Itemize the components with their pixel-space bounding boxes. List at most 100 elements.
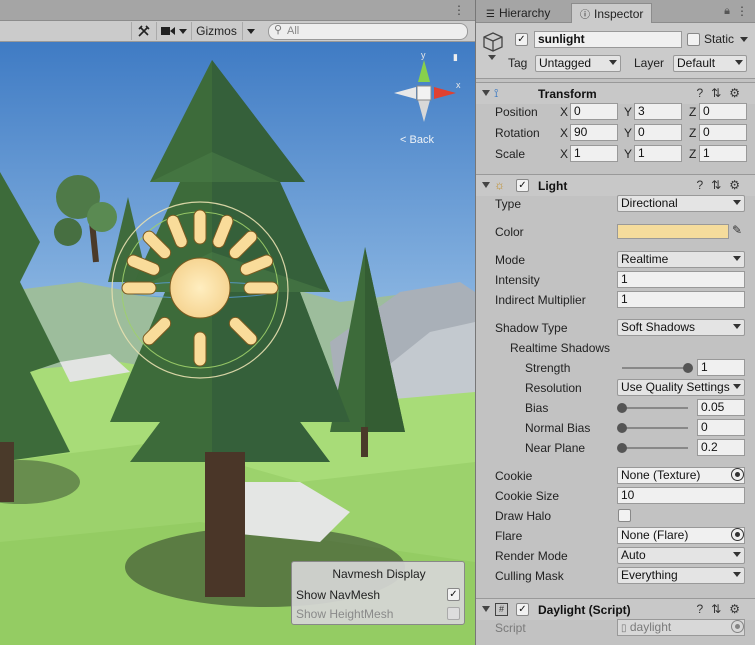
intensity-field[interactable]: 1 bbox=[617, 271, 745, 288]
script-object-field: ▯ daylight bbox=[617, 619, 745, 636]
rotation-y-field[interactable]: 0 bbox=[634, 124, 682, 141]
tab-inspector-label: Inspector bbox=[594, 7, 644, 21]
normal-bias-label: Normal Bias bbox=[525, 421, 591, 435]
object-picker-icon[interactable] bbox=[731, 528, 744, 541]
scale-z-field[interactable]: 1 bbox=[699, 145, 747, 162]
near-plane-field[interactable]: 0.2 bbox=[697, 439, 745, 456]
daylight-enabled-checkbox[interactable]: ✓ bbox=[516, 603, 529, 616]
foldout-icon[interactable] bbox=[482, 90, 490, 96]
foldout-icon[interactable] bbox=[482, 606, 490, 612]
chevron-down-icon bbox=[246, 28, 255, 34]
z-axis-label: Z bbox=[689, 105, 697, 119]
position-z-field[interactable]: 0 bbox=[699, 103, 747, 120]
show-navmesh-row[interactable]: Show NavMesh ✓ bbox=[296, 586, 462, 604]
component-header-icons[interactable]: ?⇅⚙ bbox=[697, 178, 749, 192]
gizmos-label: Gizmos bbox=[196, 24, 237, 38]
x-axis-label: X bbox=[560, 147, 569, 161]
gizmos-button[interactable]: Gizmos bbox=[191, 22, 241, 40]
layer-dropdown[interactable]: Default bbox=[673, 55, 747, 72]
scale-y-value: 1 bbox=[638, 146, 645, 160]
layer-label: Layer bbox=[634, 56, 665, 70]
show-navmesh-checkbox[interactable]: ✓ bbox=[447, 588, 460, 601]
scale-x-value: 1 bbox=[574, 146, 581, 160]
position-y-field[interactable]: 3 bbox=[634, 103, 682, 120]
light-color-swatch[interactable] bbox=[617, 224, 729, 239]
shadow-type-dropdown[interactable]: Soft Shadows bbox=[617, 319, 745, 336]
slider-knob[interactable] bbox=[617, 423, 627, 433]
bias-slider[interactable] bbox=[617, 398, 693, 418]
x-axis-label: X bbox=[560, 126, 569, 140]
scene-lock-icon[interactable]: ▮ bbox=[453, 52, 458, 63]
normal-bias-value: 0 bbox=[701, 420, 708, 434]
object-active-checkbox[interactable]: ✓ bbox=[515, 33, 528, 46]
normal-bias-field[interactable]: 0 bbox=[697, 419, 745, 436]
scene-view-panel[interactable]: ⋮ Gizmos ⚲ All y x ▮ < Back Navmesh Disp… bbox=[0, 0, 475, 645]
cookie-object-field[interactable]: None (Texture) bbox=[617, 467, 745, 484]
near-plane-slider[interactable] bbox=[617, 438, 693, 458]
static-checkbox[interactable] bbox=[687, 33, 700, 46]
flare-object-field[interactable]: None (Flare) bbox=[617, 527, 745, 544]
layer-value: Default bbox=[677, 56, 716, 70]
light-mode-dropdown[interactable]: Realtime bbox=[617, 251, 745, 268]
bias-label: Bias bbox=[525, 401, 549, 415]
rotation-x-field[interactable]: 90 bbox=[570, 124, 618, 141]
component-header-icons[interactable]: ?⇅⚙ bbox=[697, 602, 749, 616]
indirect-multiplier-field[interactable]: 1 bbox=[617, 291, 745, 308]
resolution-dropdown[interactable]: Use Quality Settings bbox=[617, 379, 745, 396]
slider-knob[interactable] bbox=[683, 363, 693, 373]
strength-row: Strength 1 bbox=[476, 358, 755, 378]
object-picker-icon[interactable] bbox=[731, 468, 744, 481]
tab-hierarchy-label: Hierarchy bbox=[498, 6, 551, 20]
cookie-size-field[interactable]: 10 bbox=[617, 487, 745, 504]
tools-icon[interactable] bbox=[131, 22, 155, 40]
cookie-size-row: Cookie Size 10 bbox=[476, 486, 755, 506]
strength-field[interactable]: 1 bbox=[697, 359, 745, 376]
rotation-x-value: 90 bbox=[574, 125, 588, 139]
camera-dropdown[interactable] bbox=[156, 22, 190, 40]
tag-dropdown[interactable]: Untagged bbox=[535, 55, 621, 72]
eyedropper-icon[interactable]: ✎ bbox=[732, 223, 742, 237]
script-icon: # bbox=[495, 603, 508, 616]
normal-bias-slider[interactable] bbox=[617, 418, 693, 438]
tab-inspector[interactable]: ⓘ Inspector bbox=[571, 3, 653, 23]
scene-viewport[interactable]: y x ▮ < Back bbox=[0, 42, 475, 645]
light-enabled-checkbox[interactable]: ✓ bbox=[516, 179, 529, 192]
gizmos-dropdown[interactable] bbox=[242, 22, 258, 40]
static-dropdown-caret[interactable] bbox=[740, 37, 748, 42]
draw-halo-row: Draw Halo bbox=[476, 506, 755, 526]
strength-slider[interactable] bbox=[617, 358, 693, 378]
object-name-field[interactable]: sunlight bbox=[534, 31, 682, 48]
component-header-icons[interactable]: ?⇅⚙ bbox=[697, 86, 749, 100]
slider-knob[interactable] bbox=[617, 443, 627, 453]
transform-header[interactable]: ⟟ Transform ?⇅⚙ bbox=[476, 82, 755, 104]
tab-menu-icon[interactable]: ⋮ bbox=[736, 4, 748, 18]
bias-field[interactable]: 0.05 bbox=[697, 399, 745, 416]
foldout-icon[interactable] bbox=[482, 182, 490, 188]
slider-knob[interactable] bbox=[617, 403, 627, 413]
scale-x-field[interactable]: 1 bbox=[570, 145, 618, 162]
back-view-button[interactable]: < Back bbox=[400, 134, 434, 146]
tag-label: Tag bbox=[508, 56, 528, 70]
light-type-dropdown[interactable]: Directional bbox=[617, 195, 745, 212]
position-x-field[interactable]: 0 bbox=[570, 103, 618, 120]
scene-menu-icon[interactable]: ⋮ bbox=[453, 3, 465, 17]
search-placeholder: All bbox=[287, 25, 300, 37]
tag-value: Untagged bbox=[539, 56, 592, 70]
light-mode-row: Mode Realtime bbox=[476, 250, 755, 270]
chevron-down-icon[interactable] bbox=[488, 55, 496, 60]
script-row: Script ▯ daylight bbox=[476, 618, 755, 638]
daylight-header[interactable]: # ✓ Daylight (Script) ?⇅⚙ bbox=[476, 598, 755, 620]
show-heightmesh-checkbox bbox=[447, 607, 460, 620]
culling-mask-dropdown[interactable]: Everything bbox=[617, 567, 745, 584]
light-header[interactable]: ☼ ✓ Light ?⇅⚙ bbox=[476, 174, 755, 196]
static-label: Static bbox=[704, 32, 735, 46]
scene-search-input[interactable]: ⚲ All bbox=[268, 23, 468, 40]
lock-icon[interactable]: 🔒︎ bbox=[724, 5, 730, 18]
render-mode-dropdown[interactable]: Auto bbox=[617, 547, 745, 564]
tab-hierarchy[interactable]: ☰ Hierarchy bbox=[478, 3, 558, 23]
rotation-z-field[interactable]: 0 bbox=[699, 124, 747, 141]
bias-value: 0.05 bbox=[701, 400, 725, 414]
inspector-panel: ☰ Hierarchy ⓘ Inspector 🔒︎ ⋮ ✓ sunlight St… bbox=[475, 0, 755, 645]
scale-y-field[interactable]: 1 bbox=[634, 145, 682, 162]
draw-halo-checkbox[interactable] bbox=[618, 509, 631, 522]
